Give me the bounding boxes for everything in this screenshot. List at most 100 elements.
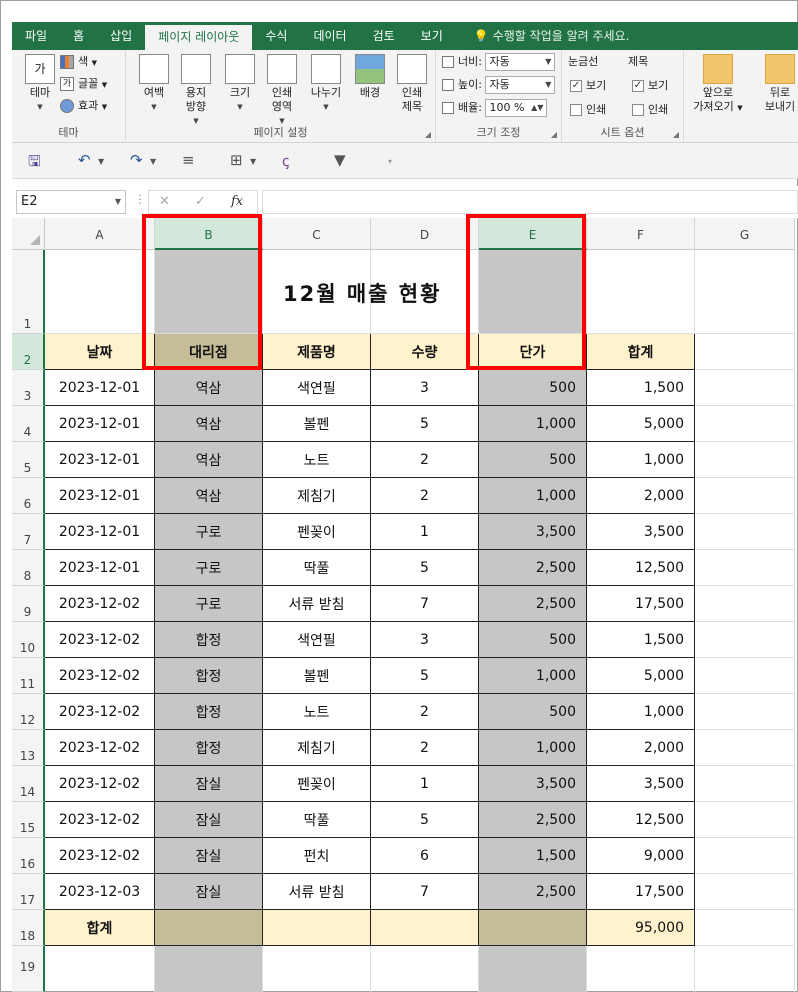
insert-function-icon[interactable]: fx [231,194,243,209]
total-cell[interactable]: 5,000 [587,406,695,442]
total-empty-cell[interactable] [263,910,371,946]
date-cell[interactable]: 2023-12-01 [45,442,155,478]
empty-cell[interactable] [695,802,795,838]
total-cell[interactable]: 3,500 [587,766,695,802]
branch-cell[interactable]: 잠실 [155,838,263,874]
branch-cell[interactable]: 잠실 [155,766,263,802]
empty-cell[interactable] [695,442,795,478]
theme-effects-button[interactable]: 효과 ▼ [60,96,107,116]
product-cell[interactable]: 노트 [263,694,371,730]
title-row-cell[interactable] [45,250,155,334]
total-label-cell[interactable]: 합계 [45,910,155,946]
date-cell[interactable]: 2023-12-02 [45,694,155,730]
empty-cell[interactable] [695,334,795,370]
branch-cell[interactable]: 합정 [155,694,263,730]
qty-cell[interactable]: 5 [371,406,479,442]
row-header[interactable]: 2 [12,334,45,370]
tab-6[interactable]: 검토 [360,22,408,50]
empty-cell[interactable] [695,406,795,442]
page-setup-button-4[interactable]: 나누기 ▼ [304,54,348,114]
header-cell-2[interactable]: 제품명 [263,334,371,370]
total-price-cell[interactable] [479,910,587,946]
qty-cell[interactable]: 1 [371,514,479,550]
qty-cell[interactable]: 2 [371,730,479,766]
price-cell[interactable]: 500 [479,370,587,406]
column-header-G[interactable]: G [695,218,795,250]
empty-cell[interactable] [695,910,795,946]
theme-colors-button[interactable]: 색 ▼ [60,52,97,72]
empty-cell[interactable] [695,658,795,694]
row-header[interactable]: 19 [12,946,45,992]
resize-handle-icon[interactable]: ⋮ [134,192,146,206]
product-cell[interactable]: 볼펜 [263,406,371,442]
empty-cell[interactable] [587,946,695,992]
price-cell[interactable]: 500 [479,442,587,478]
empty-cell[interactable] [695,946,795,992]
chevron-down-icon[interactable]: ▼ [150,157,156,166]
total-cell[interactable]: 2,000 [587,730,695,766]
customize-toolbar-icon[interactable]: ▾ [388,157,392,166]
date-cell[interactable]: 2023-12-02 [45,622,155,658]
empty-cell[interactable] [371,946,479,992]
total-cell[interactable]: 3,500 [587,514,695,550]
date-cell[interactable]: 2023-12-01 [45,478,155,514]
price-cell[interactable]: 500 [479,622,587,658]
empty-cell[interactable] [263,946,371,992]
branch-cell[interactable]: 합정 [155,622,263,658]
headings-print-checkbox[interactable]: 인쇄 [632,100,668,120]
row-header[interactable]: 17 [12,874,45,910]
price-cell[interactable]: 500 [479,694,587,730]
row-header[interactable]: 15 [12,802,45,838]
tab-2[interactable]: 삽입 [97,22,145,50]
total-cell[interactable]: 1,500 [587,370,695,406]
borders-icon[interactable]: ⊞ [230,151,243,169]
price-cell[interactable]: 1,000 [479,406,587,442]
dialog-launcher-icon[interactable]: ◢ [551,130,557,139]
row-header[interactable]: 3 [12,370,45,406]
scale-stepper[interactable]: 100 % ▲▼ [485,99,548,117]
empty-cell[interactable] [695,694,795,730]
price-cell[interactable]: 2,500 [479,802,587,838]
product-cell[interactable]: 딱풀 [263,802,371,838]
row-header[interactable]: 14 [12,766,45,802]
grand-total-cell[interactable]: 95,000 [587,910,695,946]
qty-cell[interactable]: 2 [371,442,479,478]
tell-me-box[interactable]: 💡 수행할 작업을 알려 주세요. [456,22,643,50]
branch-cell[interactable]: 구로 [155,586,263,622]
branch-cell[interactable]: 역삼 [155,406,263,442]
empty-cell[interactable] [695,478,795,514]
tab-7[interactable]: 보기 [408,22,456,50]
total-empty-cell[interactable] [371,910,479,946]
theme-fonts-button[interactable]: 가 글꼴 ▼ [60,74,107,94]
empty-cell[interactable] [695,586,795,622]
page-setup-button-0[interactable]: 여백 ▼ [132,54,176,114]
empty-cell[interactable] [695,730,795,766]
total-cell[interactable]: 17,500 [587,874,695,910]
qty-cell[interactable]: 6 [371,838,479,874]
product-cell[interactable]: 딱풀 [263,550,371,586]
total-cell[interactable]: 9,000 [587,838,695,874]
empty-cell[interactable] [695,874,795,910]
product-cell[interactable]: 펜꽂이 [263,766,371,802]
qty-cell[interactable]: 2 [371,694,479,730]
empty-cell[interactable] [479,946,587,992]
date-cell[interactable]: 2023-12-01 [45,406,155,442]
date-cell[interactable]: 2023-12-01 [45,514,155,550]
tab-0[interactable]: 파일 [12,22,60,50]
product-cell[interactable]: 제침기 [263,478,371,514]
send-backward-button[interactable]: 뒤로 보내기 [752,54,798,114]
date-cell[interactable]: 2023-12-02 [45,586,155,622]
row-header[interactable]: 13 [12,730,45,766]
price-cell[interactable]: 2,500 [479,550,587,586]
name-box[interactable]: E2 ▼ [16,190,126,214]
empty-cell[interactable] [695,766,795,802]
qty-cell[interactable]: 5 [371,802,479,838]
product-cell[interactable]: 제침기 [263,730,371,766]
total-cell[interactable]: 1,000 [587,694,695,730]
date-cell[interactable]: 2023-12-01 [45,370,155,406]
row-header[interactable]: 18 [12,910,45,946]
header-cell-3[interactable]: 수량 [371,334,479,370]
price-cell[interactable]: 1,500 [479,838,587,874]
row-header[interactable]: 7 [12,514,45,550]
price-cell[interactable]: 1,000 [479,658,587,694]
